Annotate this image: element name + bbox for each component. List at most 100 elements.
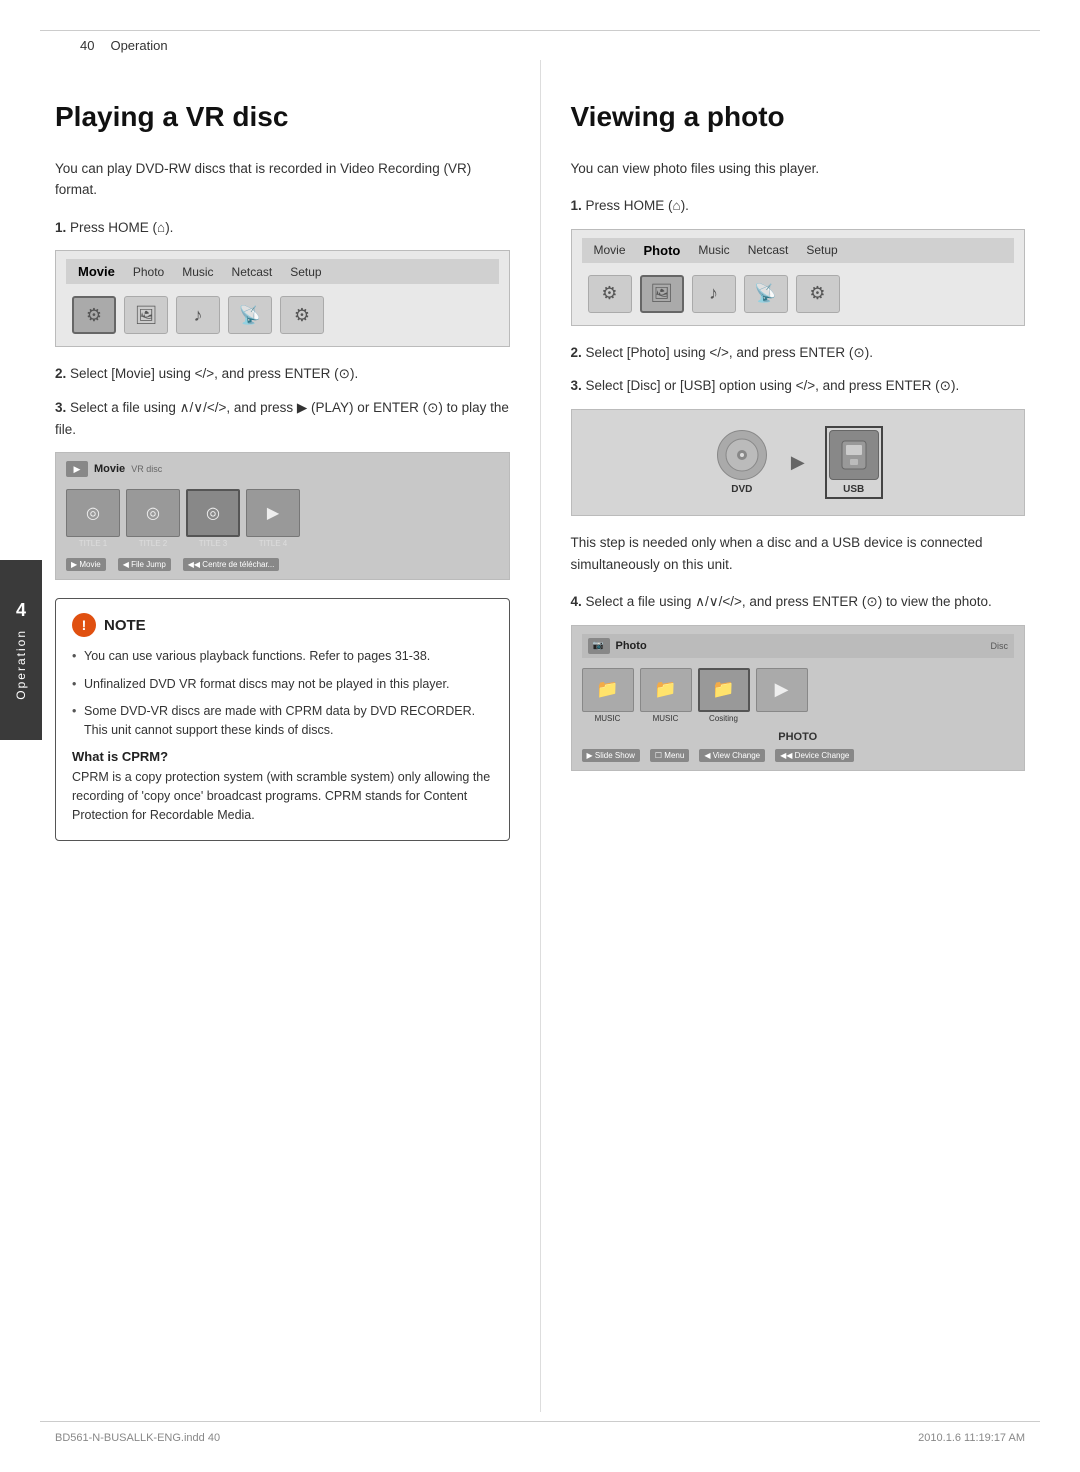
footer-btn-jump: ◀ File Jump (118, 558, 171, 571)
setup-icon-r: ⚙ (796, 275, 840, 313)
note-item-1: You can use various playback functions. … (72, 647, 493, 666)
photo-title-label: Photo (616, 640, 647, 652)
nav-netcast-r: Netcast (748, 243, 789, 257)
photo-info: Disc (991, 641, 1009, 651)
music-icon-r: ♪ (692, 275, 736, 313)
photo-file-header: 📷 Photo Disc (582, 634, 1015, 658)
footer-btn-device: ◀◀ Device Change (775, 749, 854, 762)
photo-browser-screenshot: 📷 Photo Disc 📁 MUSIC 📁 MUSIC 📁 Cositing (571, 625, 1026, 771)
folder-1: 📁 (582, 668, 634, 712)
icon-row-left: ⚙ 🖼 ♪ 📡 ⚙ (66, 292, 499, 338)
folder-label-1: MUSIC (595, 714, 621, 723)
footer-btn-slideshow: ▶ Slide Show (582, 749, 640, 762)
folder-label-3: Cositing (709, 714, 738, 723)
footer-btn-view: ◀ View Change (699, 749, 765, 762)
nav-setup-r: Setup (806, 243, 837, 257)
setup-icon-small: ⚙ (280, 296, 324, 334)
left-step1: 1. Press HOME (⌂). (55, 217, 510, 239)
left-step3: 3. Select a file using ∧/∨/</>, and pres… (55, 397, 510, 440)
cprm-text: CPRM is a copy protection system (with s… (72, 768, 493, 826)
right-column: Viewing a photo You can view photo files… (540, 60, 1026, 1412)
note-icon: ! (72, 613, 96, 637)
footer-btn-menu: ☐ Menu (650, 749, 689, 762)
nav-photo-r: Photo (644, 243, 681, 258)
nav-setup: Setup (290, 265, 321, 279)
disc-usb-row: DVD ▶ USB (717, 420, 879, 505)
right-step4: 4. Select a file using ∧/∨/</>, and pres… (571, 591, 1026, 613)
folder-label-2: MUSIC (653, 714, 679, 723)
nav-movie-r: Movie (594, 243, 626, 257)
movie-browser-header: ▶ Movie VR disc (66, 461, 499, 477)
folder-item-3: 📁 Cositing (698, 668, 750, 723)
note-item-2: Unfinalized DVD VR format discs may not … (72, 675, 493, 694)
page-footer: BD561-N-BUSALLK-ENG.indd 40 2010.1.6 11:… (55, 1432, 1025, 1444)
photo-footer: ▶ Slide Show ☐ Menu ◀ View Change ◀◀ Dev… (582, 749, 1015, 762)
right-step3: 3. Select [Disc] or [USB] option using <… (571, 375, 1026, 397)
photo-folder-row: 📁 MUSIC 📁 MUSIC 📁 Cositing ▶ (582, 664, 1015, 727)
nav-netcast: Netcast (232, 265, 273, 279)
folder-arrow: ▶ (756, 668, 808, 712)
home-menu-screenshot-right: Movie Photo Music Netcast Setup ⚙ 🖼 ♪ 📡 … (571, 229, 1026, 326)
usb-item: USB (829, 430, 879, 495)
folder-2: 📁 (640, 668, 692, 712)
nav-bar-right: Movie Photo Music Netcast Setup (582, 238, 1015, 263)
folder-item-2: 📁 MUSIC (640, 668, 692, 723)
left-step2-text: Select [Movie] using </>, and press ENTE… (70, 366, 358, 381)
left-step3-text: Select a file using ∧/∨/</>, and press ▶… (55, 400, 509, 437)
movie-icon-r: ⚙ (588, 275, 632, 313)
side-tab: 4 Operation (0, 560, 42, 740)
left-column: Playing a VR disc You can play DVD-RW di… (55, 60, 540, 1412)
movie-thumbnails: ◎ TITLE 1 ◎ TITLE 2 ◎ TITLE 3 (66, 485, 499, 552)
note-title: NOTE (104, 617, 146, 634)
disc-usb-screenshot: DVD ▶ USB (571, 409, 1026, 516)
thumb-1: ◎ (66, 489, 120, 537)
disc-circle (717, 430, 767, 480)
left-step2: 2. Select [Movie] using </>, and press E… (55, 363, 510, 385)
page-border-top (40, 30, 1040, 31)
footer-btn-movie: ▶ Movie (66, 558, 106, 571)
main-content: Playing a VR disc You can play DVD-RW di… (55, 60, 1025, 1412)
side-tab-number: 4 (16, 600, 26, 621)
left-intro: You can play DVD-RW discs that is record… (55, 158, 510, 201)
note-item-3: Some DVD-VR discs are made with CPRM dat… (72, 702, 493, 741)
thumb-3: ◎ (186, 489, 240, 537)
right-step2-text: Select [Photo] using </>, and press ENTE… (586, 345, 873, 360)
note-box: ! NOTE You can use various playback func… (55, 598, 510, 841)
music-icon-small: ♪ (176, 296, 220, 334)
page-border-bottom (40, 1421, 1040, 1422)
nav-bar-left: Movie Photo Music Netcast Setup (66, 259, 499, 284)
note-list: You can use various playback functions. … (72, 647, 493, 741)
disc-item: DVD (717, 430, 767, 495)
movie-icon: ⚙ (72, 296, 116, 334)
thumb-arrow: ▶ (246, 489, 300, 537)
footer-btn-centre: ◀◀ Centre de téléchar... (183, 558, 280, 571)
movie-footer: ▶ Movie ◀ File Jump ◀◀ Centre de télécha… (66, 558, 499, 571)
note-header: ! NOTE (72, 613, 493, 637)
movie-title-label: Movie (94, 463, 125, 475)
step3-note: This step is needed only when a disc and… (571, 532, 1026, 575)
thumb-label-3: TITLE 3 (199, 539, 227, 548)
header-title: Operation (110, 38, 167, 53)
right-intro: You can view photo files using this play… (571, 158, 1026, 180)
left-step1-text: Press HOME (⌂). (70, 220, 173, 235)
nav-music: Music (182, 265, 213, 279)
movie-subtitle: VR disc (131, 464, 162, 474)
footer-right: 2010.1.6 11:19:17 AM (918, 1432, 1025, 1444)
disc-label: DVD (731, 484, 752, 495)
thumb-label-4: TITLE 4 (259, 539, 287, 548)
icon-row-right: ⚙ 🖼 ♪ 📡 ⚙ (582, 271, 1015, 317)
home-menu-screenshot-left: Movie Photo Music Netcast Setup ⚙ 🖼 ♪ 📡 … (55, 250, 510, 347)
right-step1-text: Press HOME (⌂). (586, 198, 689, 213)
right-step3-text: Select [Disc] or [USB] option using </>,… (586, 378, 960, 393)
photo-bottom-label: PHOTO (582, 731, 1015, 743)
right-step2: 2. Select [Photo] using </>, and press E… (571, 342, 1026, 364)
footer-left: BD561-N-BUSALLK-ENG.indd 40 (55, 1432, 220, 1444)
thumb-2: ◎ (126, 489, 180, 537)
right-step4-text: Select a file using ∧/∨/</>, and press E… (586, 594, 992, 609)
netcast-icon-r: 📡 (744, 275, 788, 313)
right-step1: 1. Press HOME (⌂). (571, 195, 1026, 217)
movie-icon-header: ▶ (66, 461, 88, 477)
photo-icon-small: 🖼 (124, 296, 168, 334)
photo-icon-r: 🖼 (640, 275, 684, 313)
thumb-label-1: TITLE 1 (79, 539, 107, 548)
